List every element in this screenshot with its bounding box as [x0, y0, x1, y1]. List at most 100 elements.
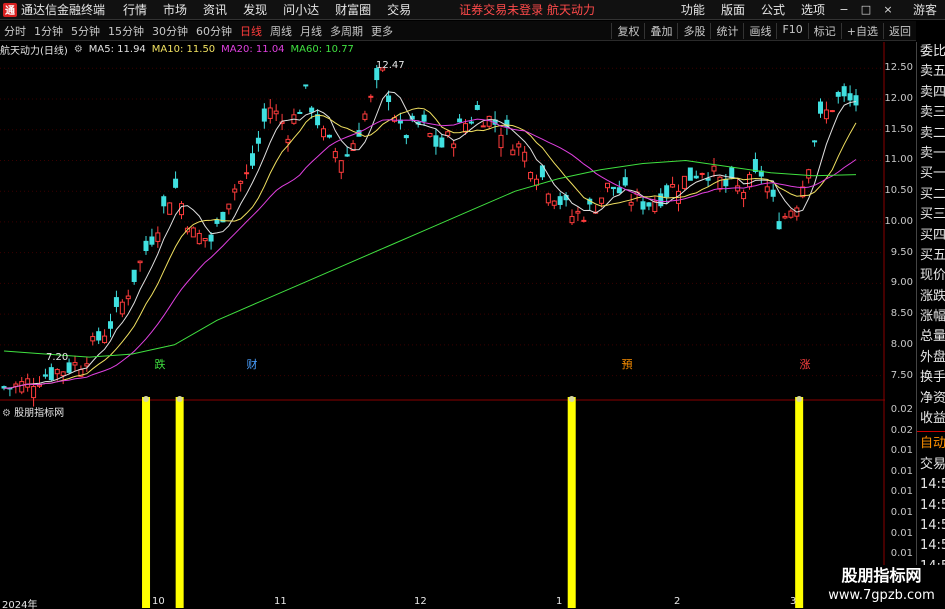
candle-body	[782, 215, 788, 219]
ma5-label: MA5: 11.94	[88, 43, 146, 55]
candle-body	[699, 172, 705, 175]
menu-item-market[interactable]: 市场	[155, 1, 195, 18]
candle-body	[516, 143, 522, 148]
candle-body	[605, 182, 610, 189]
tool-f10[interactable]: F10	[776, 22, 807, 39]
candle-body	[297, 111, 303, 114]
candle-body	[622, 177, 628, 186]
candle-body	[498, 134, 504, 149]
ma20-line	[4, 118, 857, 389]
period-30min[interactable]: 30分钟	[148, 23, 192, 39]
stock-name[interactable]: 航天动力(日线)	[0, 42, 68, 57]
auto-trade-label[interactable]: 自动	[917, 434, 945, 454]
candle-body	[309, 107, 315, 113]
candle-body	[610, 186, 616, 190]
candle-body	[125, 295, 131, 300]
period-5min[interactable]: 5分钟	[67, 23, 104, 39]
candle-body	[25, 378, 31, 388]
indicator-header: ⚙ 股朋指标网	[0, 404, 64, 419]
candle-body	[841, 86, 847, 97]
quote-field-label: 买三	[920, 207, 945, 223]
period-weekly[interactable]: 周线	[266, 23, 296, 39]
candle-body	[823, 109, 829, 120]
candle-body	[285, 138, 291, 144]
menu-item-market-quotes[interactable]: 行情	[115, 1, 155, 18]
candle-body	[332, 151, 338, 159]
tool-multi-stock[interactable]: 多股	[677, 22, 710, 39]
auto-trade-label[interactable]: 交易	[917, 455, 945, 475]
candle-body	[788, 210, 794, 218]
login-status-message[interactable]: 证券交易未登录 航天动力	[459, 1, 595, 18]
close-icon[interactable]: ×	[877, 3, 899, 16]
maximize-icon[interactable]: □	[855, 3, 877, 16]
event-marker: 财	[247, 357, 258, 371]
menu-item-formula[interactable]: 公式	[753, 1, 793, 18]
tool-back[interactable]: 返回	[883, 22, 916, 39]
tool-mark[interactable]: 标记	[807, 22, 841, 39]
tool-adjust[interactable]: 复权	[611, 22, 644, 39]
y-tick-label: 9.00	[890, 277, 913, 289]
candle-body	[717, 176, 723, 190]
tick-time: 14:56	[920, 497, 945, 513]
menu-item-news[interactable]: 资讯	[195, 1, 235, 18]
quote-field-label: 收益	[920, 411, 945, 427]
candle-body	[670, 183, 676, 188]
candle-series	[1, 65, 859, 407]
candle-body	[818, 101, 823, 114]
candle-body	[54, 369, 60, 375]
period-15min[interactable]: 15分钟	[104, 23, 148, 39]
kline-chart[interactable]: 跌 财 預 涨 12.47 7.20	[0, 42, 885, 608]
menu-item-discover[interactable]: 发现	[235, 1, 275, 18]
period-1min[interactable]: 1分钟	[30, 23, 67, 39]
guest-login[interactable]: 游客	[899, 1, 945, 18]
ma60-label: MA60: 10.77	[290, 43, 354, 55]
candle-body	[362, 113, 368, 120]
menu-item-wealth-circle[interactable]: 财富圈	[327, 1, 379, 18]
tool-statistics[interactable]: 统计	[710, 22, 743, 39]
candle-body	[226, 203, 232, 210]
period-60min[interactable]: 60分钟	[192, 23, 236, 39]
candle-body	[48, 367, 54, 381]
candle-body	[60, 371, 66, 377]
candle-body	[729, 167, 735, 179]
y-tick-label: 10.50	[884, 185, 913, 197]
settings-icon[interactable]: ⚙	[74, 44, 83, 55]
candle-body	[196, 232, 202, 245]
menu-item-layout[interactable]: 版面	[713, 1, 753, 18]
candle-body	[386, 95, 392, 103]
signal-bar	[142, 397, 151, 608]
candle-body	[705, 178, 711, 181]
menu-item-functions[interactable]: 功能	[673, 1, 713, 18]
quote-field-label: 卖三	[920, 105, 945, 121]
candle-body	[445, 131, 451, 137]
candle-body	[681, 175, 687, 189]
candle-body	[575, 210, 581, 214]
tool-add-watchlist[interactable]: +自选	[840, 22, 883, 39]
minimize-icon[interactable]: −	[833, 3, 855, 16]
period-monthly[interactable]: 月线	[296, 23, 326, 39]
candle-body	[723, 178, 729, 187]
indicator-settings-icon[interactable]: ⚙	[2, 408, 11, 419]
menu-item-ask-xiaoda[interactable]: 问小达	[275, 1, 327, 18]
candle-body	[812, 140, 818, 143]
indicator-name[interactable]: 股朋指标网	[14, 408, 64, 419]
candle-body	[510, 149, 516, 156]
tool-draw-line[interactable]: 画线	[743, 22, 776, 39]
period-more[interactable]: 更多	[367, 23, 397, 39]
tool-overlay[interactable]: 叠加	[644, 22, 677, 39]
menu-item-trade[interactable]: 交易	[379, 1, 419, 18]
y-tick-label: 8.00	[890, 338, 913, 350]
menu-bar: 通 通达信金融终端 行情 市场 资讯 发现 问小达 财富圈 交易 证券交易未登录…	[0, 0, 945, 20]
candle-body	[315, 114, 321, 126]
candle-body	[303, 84, 309, 87]
candle-body	[528, 171, 534, 180]
candle-body	[468, 121, 474, 124]
indicator-tick-label: 0.01	[890, 507, 913, 518]
period-multi[interactable]: 多周期	[326, 23, 367, 39]
menu-item-options[interactable]: 选项	[793, 1, 833, 18]
candle-body	[770, 189, 776, 197]
period-daily[interactable]: 日线	[236, 23, 266, 39]
x-tick-label: 11	[274, 596, 287, 607]
period-timeshare[interactable]: 分时	[0, 23, 30, 39]
candle-body	[102, 335, 108, 344]
